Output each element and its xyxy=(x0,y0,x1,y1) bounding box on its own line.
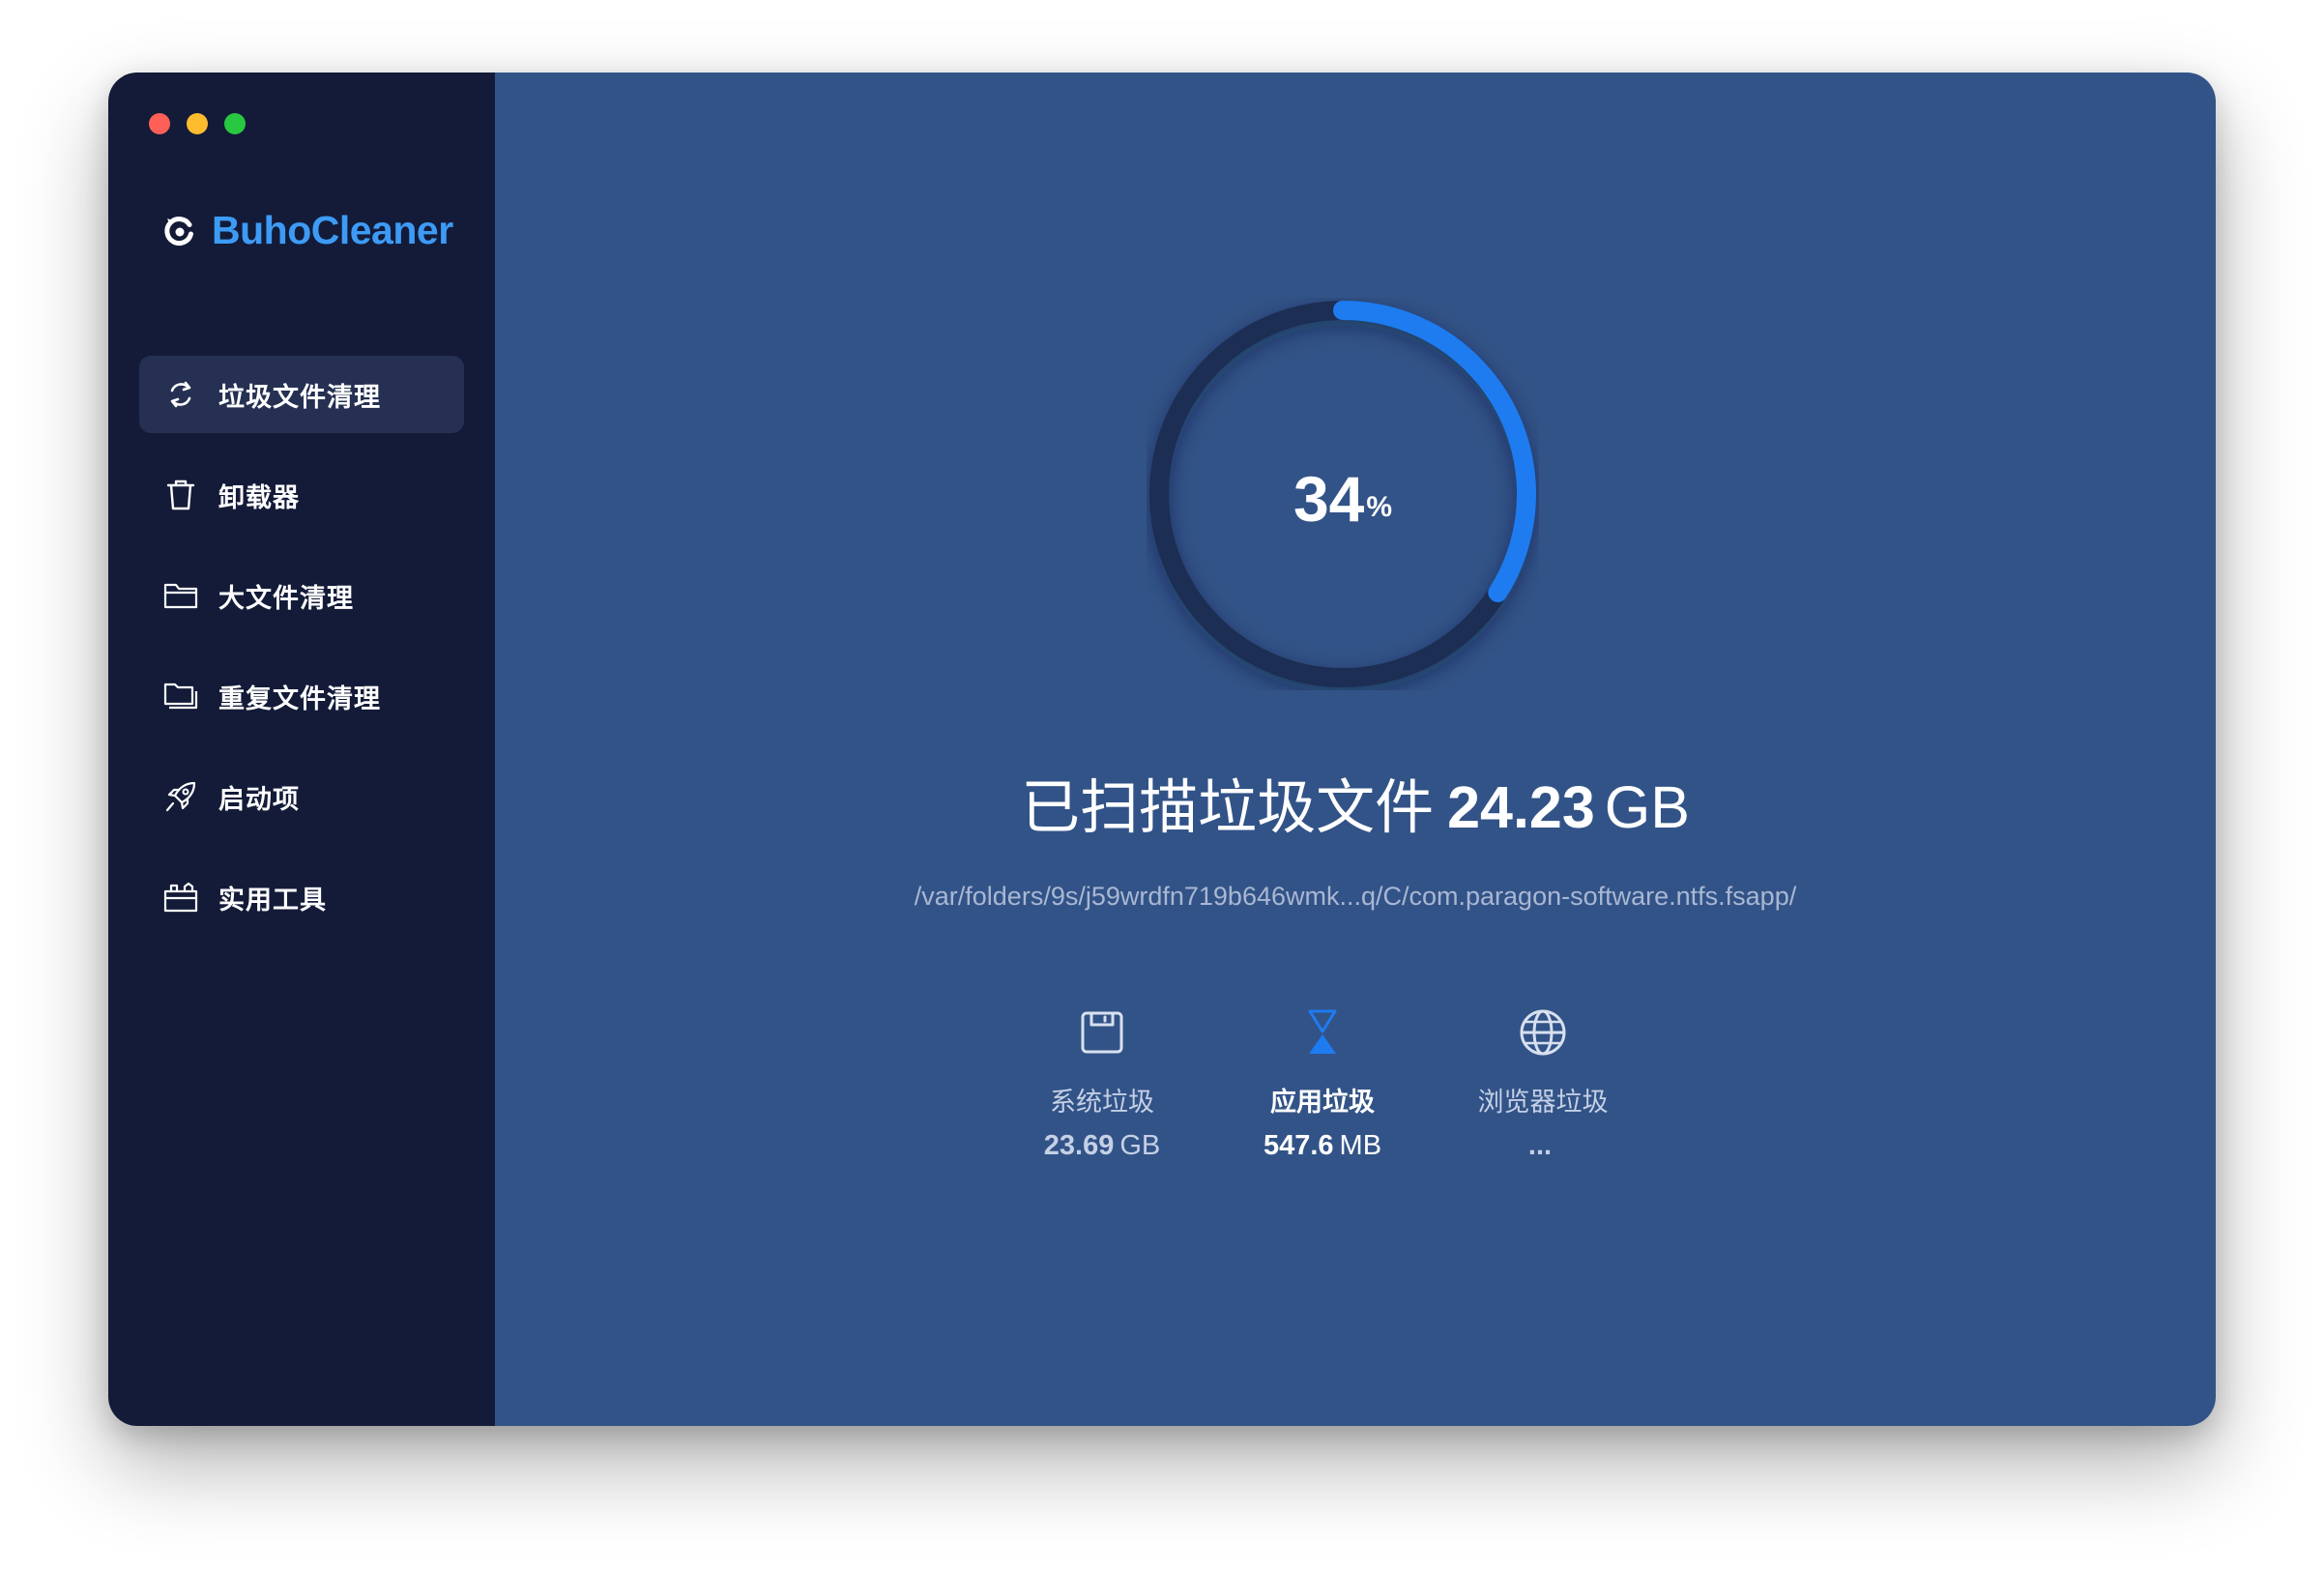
category-unit: GB xyxy=(1119,1130,1161,1161)
sidebar-item-label: 重复文件清理 xyxy=(218,683,381,714)
sidebar-item-label: 卸载器 xyxy=(218,482,300,513)
category-size: 23.69 xyxy=(1043,1130,1115,1161)
category-value: ... xyxy=(1437,1130,1649,1162)
rocket-icon xyxy=(162,778,199,815)
folder-stack-icon xyxy=(162,678,199,714)
sidebar-item-label: 启动项 xyxy=(218,784,300,815)
sidebar-item-label: 大文件清理 xyxy=(218,583,354,614)
headline-label: 已扫描垃圾文件 xyxy=(1021,773,1435,842)
junk-categories: 系统垃圾 23.69 GB 应用垃圾 547.6 MB 浏览器垃圾 ... xyxy=(495,1005,2216,1199)
hourglass-icon xyxy=(1308,1009,1337,1054)
sidebar-item-duplicates[interactable]: 重复文件清理 xyxy=(139,657,464,735)
sidebar-item-toolkit[interactable]: 实用工具 xyxy=(139,858,464,936)
category-app-junk: 应用垃圾 547.6 MB xyxy=(1216,1005,1429,1162)
category-browser-junk: 浏览器垃圾 ... xyxy=(1437,1005,1649,1162)
folder-icon xyxy=(162,577,199,614)
close-window-button[interactable] xyxy=(149,113,170,134)
category-label: 系统垃圾 xyxy=(1050,1088,1154,1118)
trash-can-icon xyxy=(162,477,199,513)
app-window: BuhoCleaner 垃圾文件清理 卸载器 大文件清理 重复文件清理 启动项 … xyxy=(108,73,2216,1426)
category-value: 547.6 MB xyxy=(1216,1130,1429,1162)
headline-unit: GB xyxy=(1604,774,1690,840)
scan-headline: 已扫描垃圾文件 24.23 GB xyxy=(495,759,2216,845)
progress-value: 34 xyxy=(1293,463,1365,535)
category-size: ... xyxy=(1527,1130,1553,1161)
progress-percent: 34 % xyxy=(1147,298,1539,690)
sidebar-item-junk-cleanup[interactable]: 垃圾文件清理 xyxy=(139,356,464,433)
sidebar-item-label: 垃圾文件清理 xyxy=(218,382,381,413)
buho-logo-icon xyxy=(164,216,193,246)
zoom-window-button[interactable] xyxy=(224,113,246,134)
sidebar-item-startup[interactable]: 启动项 xyxy=(139,758,464,835)
headline-size: 24.23 xyxy=(1447,774,1595,840)
sidebar-item-large-files[interactable]: 大文件清理 xyxy=(139,557,464,634)
sidebar-item-label: 实用工具 xyxy=(218,885,327,916)
minimize-window-button[interactable] xyxy=(187,113,208,134)
window-controls xyxy=(149,113,246,134)
main-panel: 34 % 已扫描垃圾文件 24.23 GB /var/folders/9s/j59w… xyxy=(495,73,2216,1426)
category-label: 应用垃圾 xyxy=(1270,1088,1375,1118)
current-scan-path: /var/folders/9s/j59wrdfn719b646wmk...q/C… xyxy=(914,882,1797,911)
category-unit: MB xyxy=(1339,1130,1382,1161)
category-size: 547.6 xyxy=(1263,1130,1334,1161)
brand: BuhoCleaner xyxy=(161,208,453,253)
refresh-cycle-icon xyxy=(162,376,199,413)
sidebar: BuhoCleaner 垃圾文件清理 卸载器 大文件清理 重复文件清理 启动项 … xyxy=(108,73,495,1426)
globe-icon xyxy=(1520,1009,1566,1056)
sidebar-nav: 垃圾文件清理 卸载器 大文件清理 重复文件清理 启动项 实用工具 xyxy=(139,356,464,959)
disk-icon xyxy=(1081,1011,1123,1054)
brand-name: BuhoCleaner xyxy=(212,208,453,252)
category-label: 浏览器垃圾 xyxy=(1477,1088,1609,1118)
category-value: 23.69 GB xyxy=(996,1130,1208,1162)
toolbox-icon xyxy=(162,879,199,916)
category-system-junk: 系统垃圾 23.69 GB xyxy=(996,1005,1208,1162)
scan-progress-ring: 34 % xyxy=(1147,298,1539,690)
sidebar-item-uninstaller[interactable]: 卸载器 xyxy=(139,456,464,534)
progress-symbol: % xyxy=(1366,491,1393,523)
